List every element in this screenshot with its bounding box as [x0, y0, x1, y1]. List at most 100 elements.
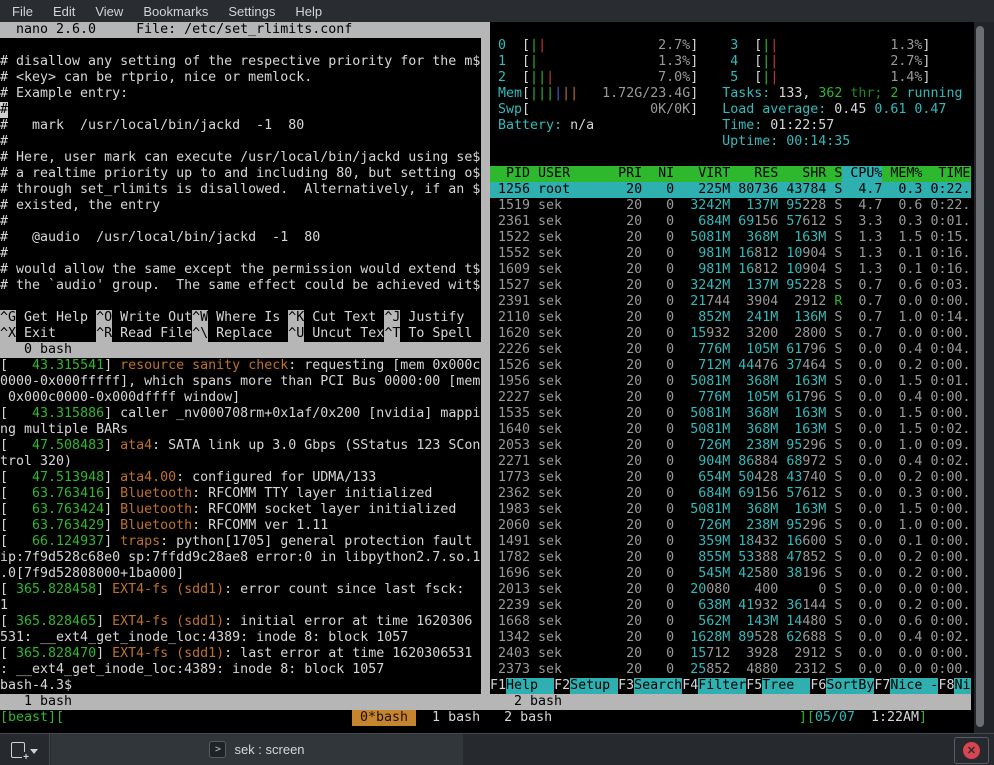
- fkey-action[interactable]: Filter: [698, 678, 746, 694]
- htop-meter-row: Uptime: 00:14:35: [490, 134, 971, 150]
- meter-tick: |: [762, 54, 770, 70]
- menu-item-edit[interactable]: Edit: [43, 4, 85, 19]
- fkey-label: F2: [554, 678, 570, 694]
- process-row[interactable]: 2013 sek 20 0 20080 400 0 S 0.0 0.0 0:00…: [490, 582, 971, 598]
- process-row[interactable]: 1342 sek 20 0 1628M 89528 62688 S 0.0 0.…: [490, 630, 971, 646]
- process-row[interactable]: 1527 sek 20 0 3242M 137M 95228 S 0.7 0.6…: [490, 278, 971, 294]
- process-row[interactable]: 1609 sek 20 0 981M 16812 10904 S 1.3 0.1…: [490, 262, 971, 278]
- terminal-area: nano 2.6.0 File: /etc/set_rlimits.conf # …: [0, 22, 994, 733]
- process-row[interactable]: 1956 sek 20 0 5081M 368M 163M S 0.0 1.5 …: [490, 374, 971, 390]
- process-row[interactable]: 1696 sek 20 0 545M 42580 38196 S 0.0 0.2…: [490, 566, 971, 582]
- new-tab-icon[interactable]: [11, 742, 25, 758]
- process-row[interactable]: 1535 sek 20 0 5081M 368M 163M S 0.0 1.5 …: [490, 406, 971, 422]
- htop-meter-row: 2 [||| 7.0%] 5 [|| 1.4%]: [490, 70, 971, 86]
- meter-tick: |: [546, 86, 554, 102]
- screen-caption-window2: 2 bash: [490, 694, 971, 710]
- menu-item-view[interactable]: View: [85, 4, 133, 19]
- dmesg-line: 531: __ext4_get_inode_loc:4389: inode 8:…: [0, 630, 481, 646]
- nano-shortcut-key: ^W: [192, 310, 208, 326]
- fkey-action[interactable]: Search: [634, 678, 682, 694]
- meter-tick: |: [762, 70, 770, 86]
- process-row[interactable]: 2110 sek 20 0 852M 241M 136M S 0.7 1.0 0…: [490, 310, 971, 326]
- meter-tick: |: [538, 86, 546, 102]
- process-row[interactable]: 1782 sek 20 0 855M 53388 47852 S 0.0 0.2…: [490, 550, 971, 566]
- time-label: 1:22AM: [871, 710, 919, 726]
- dmesg-line: ng multiple BARs: [0, 422, 481, 438]
- screen-caption-window1: 1 bash: [0, 694, 481, 710]
- dmesg-line: [ 365.828470] EXT4-fs (sdd1): last error…: [0, 646, 481, 662]
- process-row[interactable]: 2053 sek 20 0 726M 238M 95296 S 0.0 1.0 …: [490, 438, 971, 454]
- nano-shortcut-key: ^R: [96, 326, 112, 342]
- process-row[interactable]: 2361 sek 20 0 684M 69156 57612 S 3.3 0.3…: [490, 214, 971, 230]
- dmesg-line: [ 47.508483] ata4: SATA link up 3.0 Gbps…: [0, 438, 481, 454]
- nano-line: # existed, the entry: [0, 198, 481, 214]
- nano-shortcut-key: ^O: [96, 310, 112, 326]
- menu-item-bookmarks[interactable]: Bookmarks: [133, 4, 218, 19]
- process-row[interactable]: 2060 sek 20 0 726M 238M 95296 S 0.0 1.0 …: [490, 518, 971, 534]
- meter-tick: |: [562, 86, 570, 102]
- clock-bracket-open: ][: [799, 710, 815, 726]
- screen-statusbar: [beast][ 0*bash 1 bash 2 bash ][05/07 1:…: [0, 710, 994, 726]
- process-row[interactable]: 2373 sek 20 0 25852 4880 2312 S 0.0 0.0 …: [490, 662, 971, 678]
- menu-bar: FileEditViewBookmarksSettingsHelp: [0, 0, 994, 22]
- process-row[interactable]: 1519 sek 20 0 3242M 137M 95228 S 4.7 0.6…: [490, 198, 971, 214]
- tab-sek-screen[interactable]: > sek : screen: [51, 734, 463, 765]
- htop-fkey-bar: F1Help F2Setup F3SearchF4FilterF5Tree F6…: [490, 678, 971, 694]
- process-row[interactable]: 2226 sek 20 0 776M 105M 61796 S 0.0 0.4 …: [490, 342, 971, 358]
- dmesg-line: [ 43.315541] resource sanity check: requ…: [0, 358, 481, 374]
- scrollbar[interactable]: [974, 22, 994, 733]
- dmesg-line: [ 66.124937] traps: python[1705] general…: [0, 534, 481, 550]
- statusbar-clock: ][05/07 1:22AM]: [799, 710, 927, 726]
- hostname-label: [beast][: [0, 710, 64, 726]
- fkey-action[interactable]: Nice -: [890, 678, 938, 694]
- process-row[interactable]: 2391 sek 20 0 21744 3904 2912 R 0.7 0.0 …: [490, 294, 971, 310]
- nano-titlebar: nano 2.6.0 File: /etc/set_rlimits.conf: [0, 22, 481, 38]
- process-row[interactable]: 1640 sek 20 0 5081M 368M 163M S 0.0 1.5 …: [490, 422, 971, 438]
- fkey-action[interactable]: Help: [506, 678, 554, 694]
- process-row[interactable]: 1256 root 20 0 225M 80736 43784 S 4.7 0.…: [490, 182, 971, 198]
- window-item: 2 bash: [488, 710, 560, 726]
- meter-tick: |: [530, 86, 538, 102]
- meter-tick: |: [530, 70, 538, 86]
- meter-tick: |: [770, 54, 778, 70]
- process-row[interactable]: 2362 sek 20 0 684M 69156 57612 S 0.0 0.3…: [490, 486, 971, 502]
- process-row[interactable]: 1526 sek 20 0 712M 44476 37464 S 0.0 0.2…: [490, 358, 971, 374]
- nano-line: # Here, user mark can execute /usr/local…: [0, 150, 481, 166]
- nano-shortcut-row: ^X Exit ^R Read File^\ Replace ^U Uncut …: [0, 326, 481, 342]
- dmesg-line: 0000-0x000fffff], which spans more than …: [0, 374, 481, 390]
- fkey-action[interactable]: Nice +: [954, 678, 971, 694]
- process-row[interactable]: 1983 sek 20 0 5081M 368M 163M S 0.0 1.5 …: [490, 502, 971, 518]
- new-tab-controls: [0, 734, 50, 765]
- menu-item-file[interactable]: File: [2, 4, 43, 19]
- process-row[interactable]: 2271 sek 20 0 904M 86884 68972 S 0.0 0.4…: [490, 454, 971, 470]
- konsole-window: FileEditViewBookmarksSettingsHelp nano 2…: [0, 0, 994, 765]
- chevron-down-icon[interactable]: [30, 749, 38, 754]
- process-row[interactable]: 1620 sek 20 0 15932 3200 2800 S 0.7 0.0 …: [490, 326, 971, 342]
- nano-line: # through set_rlimits is disallowed. Alt…: [0, 182, 481, 198]
- process-row[interactable]: 2227 sek 20 0 776M 105M 61796 S 0.0 0.4 …: [490, 390, 971, 406]
- menu-item-settings[interactable]: Settings: [218, 4, 285, 19]
- menu-item-help[interactable]: Help: [285, 4, 332, 19]
- dmesg-line: [ 43.315886] caller _nv000708rm+0x1af/0x…: [0, 406, 481, 422]
- process-row[interactable]: 1773 sek 20 0 654M 50428 43740 S 0.0 0.2…: [490, 470, 971, 486]
- fkey-action[interactable]: Tree: [762, 678, 810, 694]
- fkey-action[interactable]: SortBy: [826, 678, 874, 694]
- process-row[interactable]: 2403 sek 20 0 15712 3928 2912 S 0.0 0.0 …: [490, 646, 971, 662]
- scrollbar-thumb[interactable]: [976, 26, 984, 727]
- close-icon: ✕: [963, 742, 980, 759]
- nano-line: # disallow any setting of the respective…: [0, 54, 481, 70]
- process-row[interactable]: 1491 sek 20 0 359M 18432 16600 S 0.0 0.1…: [490, 534, 971, 550]
- meter-tick: |: [530, 38, 538, 54]
- nano-line: #: [0, 246, 481, 262]
- process-row[interactable]: 1552 sek 20 0 981M 16812 10904 S 1.3 0.1…: [490, 246, 971, 262]
- process-row[interactable]: 1522 sek 20 0 5081M 368M 163M S 1.3 1.5 …: [490, 230, 971, 246]
- fkey-action[interactable]: Setup: [570, 678, 618, 694]
- pane-nano-dmesg: nano 2.6.0 File: /etc/set_rlimits.conf # …: [0, 22, 481, 710]
- meter-tick: |: [762, 38, 770, 54]
- process-row[interactable]: 1668 sek 20 0 562M 143M 14480 S 0.0 0.6 …: [490, 614, 971, 630]
- meter-tick: |: [570, 86, 578, 102]
- process-row[interactable]: 2239 sek 20 0 638M 41932 36144 S 0.0 0.2…: [490, 598, 971, 614]
- dmesg-line: [ 63.763416] Bluetooth: RFCOMM TTY layer…: [0, 486, 481, 502]
- close-tab-button[interactable]: ✕: [954, 737, 989, 764]
- pane-htop: 0 [|| 2.7%] 3 [|| 1.3%] 1 [| 1.3%] 4 [||…: [490, 22, 971, 710]
